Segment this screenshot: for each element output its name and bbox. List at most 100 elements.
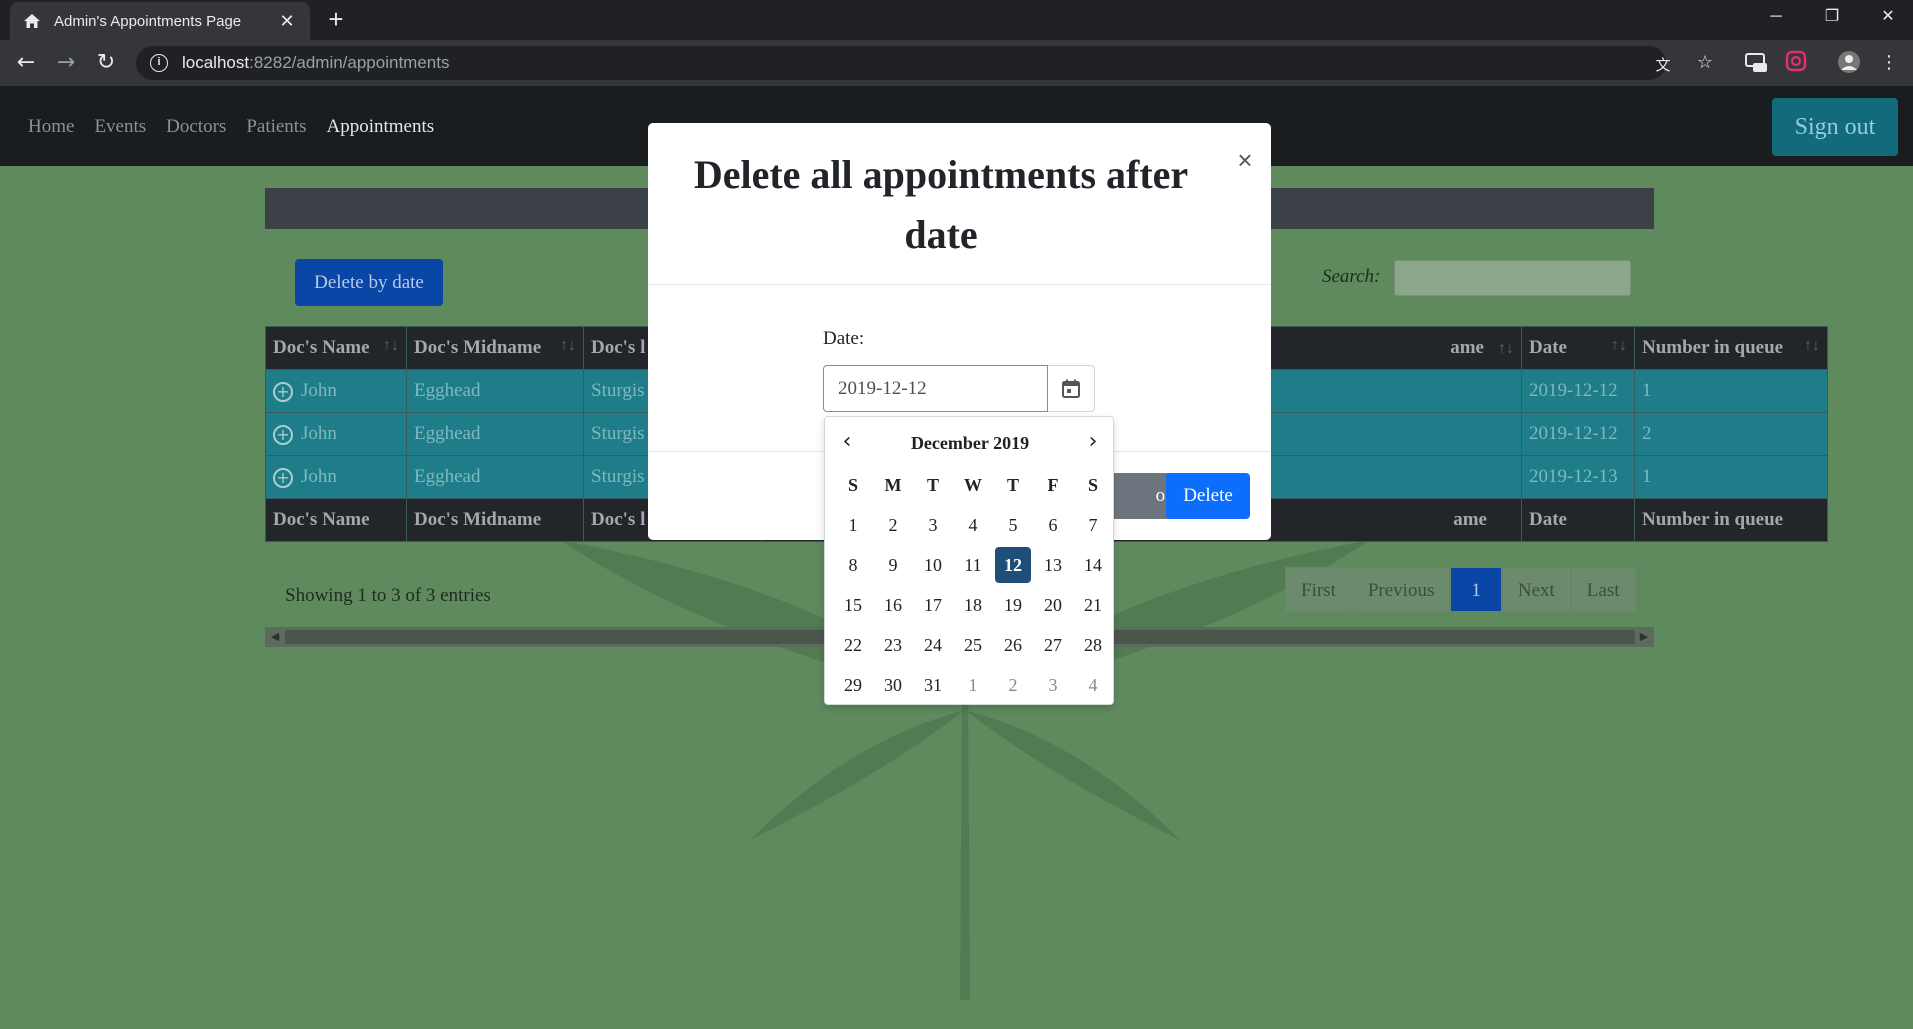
minimize-icon[interactable]: ─: [1748, 0, 1804, 34]
url-path: :8282/admin/appointments: [249, 53, 450, 72]
column-header-number-in-queue[interactable]: Number in queue ↑↓: [1634, 326, 1828, 370]
calendar-day[interactable]: 19: [993, 585, 1033, 625]
datepicker-grid: S M T W T F S 1 2 3 4 5 6 7 8 9 10 11 12 13 14 15 16 17 18 19 20 21…: [833, 465, 1113, 705]
menu-kebab-icon[interactable]: ⋮: [1876, 50, 1902, 76]
calendar-day[interactable]: 4: [953, 505, 993, 545]
calendar-day[interactable]: 7: [1073, 505, 1113, 545]
expand-row-icon[interactable]: +: [273, 467, 293, 488]
weekday-header: W: [964, 475, 982, 495]
tab-title: Admin's Appointments Page: [54, 12, 242, 30]
calendar-day[interactable]: 2: [873, 505, 913, 545]
calendar-day[interactable]: 2: [993, 665, 1033, 705]
chevron-left-icon[interactable]: ‹: [833, 429, 861, 457]
pager-last[interactable]: Last: [1570, 567, 1636, 612]
scroll-left-icon[interactable]: ◀: [265, 627, 285, 647]
datepicker: December 2019 ‹ › S M T W T F S 1 2 3 4 5 6 7 8 9 10 11 12…: [824, 416, 1114, 705]
reload-icon[interactable]: ↻: [92, 49, 120, 77]
address-bar[interactable]: i localhost:8282/admin/appointments: [136, 46, 1666, 80]
search-label: Search:: [1322, 266, 1381, 287]
datepicker-month[interactable]: December 2019: [825, 427, 1115, 459]
calendar-day[interactable]: 17: [913, 585, 953, 625]
instagram-icon[interactable]: [1783, 50, 1809, 76]
site-info-icon[interactable]: i: [150, 54, 168, 72]
calendar-day[interactable]: 9: [873, 545, 913, 585]
profile-avatar[interactable]: [1836, 50, 1862, 76]
browser-tab[interactable]: Admin's Appointments Page ✕: [10, 2, 310, 40]
url-host: localhost: [182, 53, 250, 72]
modal-close-icon[interactable]: ×: [1230, 145, 1260, 175]
column-footer-doc-name: Doc's Name: [265, 498, 407, 542]
translate-icon[interactable]: 文: [1650, 52, 1676, 78]
calendar-day[interactable]: 21: [1073, 585, 1113, 625]
modal-delete-button[interactable]: Delete: [1166, 473, 1250, 519]
weekday-header: T: [926, 475, 939, 495]
calendar-day[interactable]: 20: [1033, 585, 1073, 625]
weekday-header: T: [1006, 475, 1019, 495]
calendar-day[interactable]: 18: [953, 585, 993, 625]
column-header-date[interactable]: Date ↑↓: [1521, 326, 1635, 370]
pager-previous[interactable]: Previous: [1351, 567, 1451, 612]
calendar-day[interactable]: 13: [1033, 545, 1073, 585]
entries-info: Showing 1 to 3 of 3 entries: [285, 585, 491, 606]
calendar-day[interactable]: 31: [913, 665, 953, 705]
calendar-day[interactable]: 3: [913, 505, 953, 545]
search-input[interactable]: [1394, 260, 1631, 296]
chevron-right-icon[interactable]: ›: [1079, 429, 1107, 457]
calendar-day[interactable]: 28: [1073, 625, 1113, 665]
weekday-header: S: [847, 475, 858, 495]
expand-row-icon[interactable]: +: [273, 424, 293, 445]
calendar-day[interactable]: 29: [833, 665, 873, 705]
new-tab-icon[interactable]: +: [322, 6, 350, 34]
browser-toolbar: ← → ↻ i localhost:8282/admin/appointment…: [0, 40, 1913, 86]
delete-by-date-button[interactable]: Delete by date: [295, 259, 443, 306]
calendar-day[interactable]: 1: [833, 505, 873, 545]
restore-icon[interactable]: ❐: [1804, 0, 1860, 34]
calendar-day[interactable]: 11: [953, 545, 993, 585]
calendar-day[interactable]: 14: [1073, 545, 1113, 585]
calendar-day[interactable]: 1: [953, 665, 993, 705]
back-icon[interactable]: ←: [12, 49, 40, 77]
scroll-right-icon[interactable]: ▶: [1634, 627, 1654, 647]
date-input[interactable]: [823, 365, 1048, 412]
column-header-doc-midname[interactable]: Doc's Midname ↑↓: [406, 326, 584, 370]
nav-appointments[interactable]: Appointments: [326, 116, 434, 138]
pagination: First Previous 1 Next Last: [1285, 567, 1636, 612]
calendar-day[interactable]: 27: [1033, 625, 1073, 665]
bookmark-star-icon[interactable]: ☆: [1692, 50, 1718, 76]
calendar-day[interactable]: 25: [953, 625, 993, 665]
pager-current-page[interactable]: 1: [1450, 567, 1502, 612]
forward-icon[interactable]: →: [52, 49, 80, 77]
window-close-icon[interactable]: ✕: [1860, 0, 1913, 34]
browser-tab-bar: Admin's Appointments Page ✕ + ─ ❐ ✕: [0, 0, 1913, 40]
expand-row-icon[interactable]: +: [273, 381, 293, 402]
tab-close-icon[interactable]: ✕: [276, 10, 298, 32]
nav-home[interactable]: Home: [28, 116, 74, 138]
nav-events[interactable]: Events: [94, 116, 146, 138]
calendar-day[interactable]: 24: [913, 625, 953, 665]
sort-icon: ↑↓: [383, 337, 399, 354]
calendar-day[interactable]: 26: [993, 625, 1033, 665]
calendar-day[interactable]: 4: [1073, 665, 1113, 705]
pager-first[interactable]: First: [1285, 567, 1352, 612]
calendar-icon[interactable]: [1048, 365, 1095, 412]
calendar-day[interactable]: 5: [993, 505, 1033, 545]
calendar-day[interactable]: 15: [833, 585, 873, 625]
pager-next[interactable]: Next: [1501, 567, 1571, 612]
calendar-day[interactable]: 16: [873, 585, 913, 625]
nav-patients[interactable]: Patients: [246, 116, 306, 138]
extension-off-icon[interactable]: [1743, 50, 1769, 76]
column-footer-doc-midname: Doc's Midname: [406, 498, 584, 542]
calendar-day[interactable]: 22: [833, 625, 873, 665]
nav-doctors[interactable]: Doctors: [166, 116, 226, 138]
calendar-day[interactable]: 10: [913, 545, 953, 585]
column-header-doc-name[interactable]: Doc's Name ↑↓: [265, 326, 407, 370]
calendar-day[interactable]: 3: [1033, 665, 1073, 705]
calendar-day[interactable]: 23: [873, 625, 913, 665]
calendar-day[interactable]: 30: [873, 665, 913, 705]
sign-out-button[interactable]: Sign out: [1772, 98, 1898, 156]
sort-icon: ↑↓: [1611, 337, 1627, 354]
calendar-day-selected[interactable]: 12: [995, 547, 1031, 583]
calendar-day[interactable]: 6: [1033, 505, 1073, 545]
sort-icon: ↑↓: [1498, 340, 1514, 357]
calendar-day[interactable]: 8: [833, 545, 873, 585]
